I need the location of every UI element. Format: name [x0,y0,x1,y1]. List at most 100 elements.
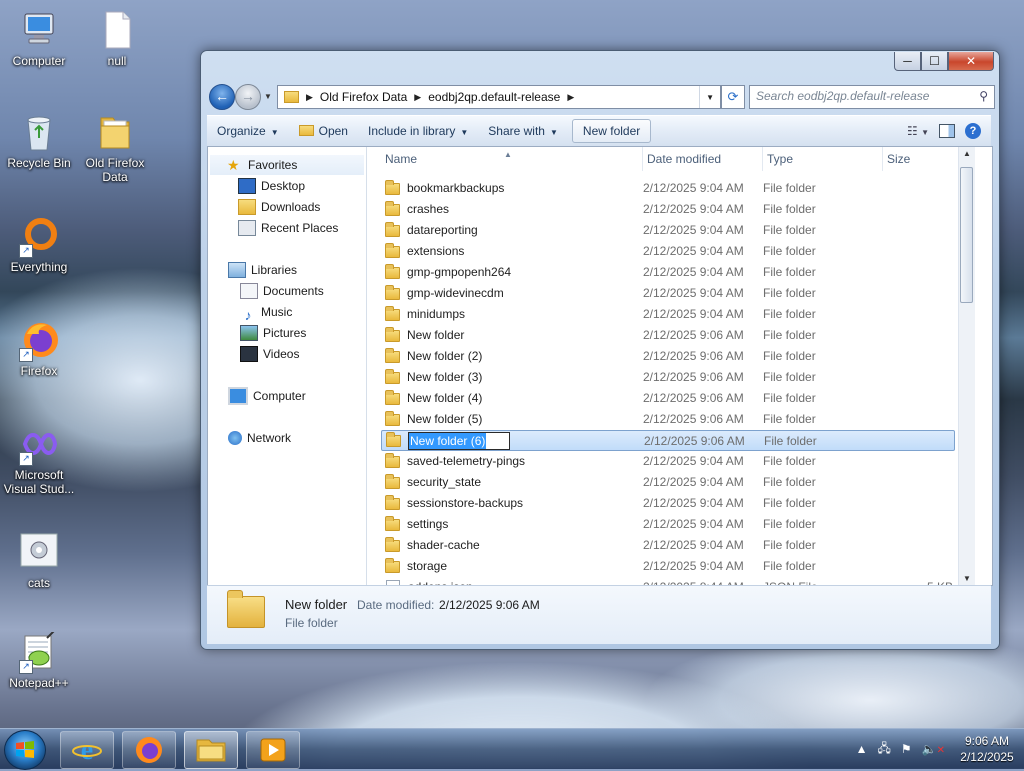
file-row[interactable]: shader-cache 2/12/2025 9:04 AM File folder [381,535,955,556]
svg-text:e: e [81,735,93,766]
address-bar[interactable]: ▶ Old Firefox Data ▶ eodbj2qp.default-re… [277,85,721,109]
file-size [883,304,953,325]
file-row[interactable]: security_state 2/12/2025 9:04 AM File fold… [381,472,955,493]
breadcrumb-separator-icon[interactable]: ▶ [303,92,316,103]
file-row[interactable]: sessionstore-backups 2/12/2025 9:04 AM Fil… [381,493,955,514]
folder-icon [385,410,400,426]
file-row[interactable]: crashes 2/12/2025 9:04 AM File folder [381,199,955,220]
file-date: 2/12/2025 9:04 AM [643,538,744,552]
taskbar-internet-explorer[interactable]: e [60,731,114,769]
column-header-type[interactable]: Type [763,147,883,171]
desktop-icon-old-firefox-data[interactable]: Old Firefox Data [77,112,153,184]
back-button[interactable]: ← [209,84,235,110]
desktop-icon-cats[interactable]: cats [1,532,77,590]
address-dropdown-button[interactable]: ▼ [699,86,720,108]
nav-libraries[interactable]: Libraries [228,260,297,280]
file-row[interactable]: gmp-gmpopenh264 2/12/2025 9:04 AM File fol… [381,262,955,283]
notepad-plus-plus-icon: ↗ [19,629,59,674]
file-row[interactable]: storage 2/12/2025 9:04 AM File folder [381,556,955,577]
nav-recent-places[interactable]: Recent Places [238,218,338,238]
close-button[interactable]: ✕ [948,52,994,71]
breadcrumb-separator-icon[interactable]: ▶ [564,92,577,103]
refresh-button[interactable]: ⟳ [721,85,745,109]
volume-muted-icon[interactable]: 🔈✕ [922,742,945,756]
include-in-library-button[interactable]: Include in library ▼ [358,119,478,143]
search-icon[interactable]: ⚲ [979,89,988,103]
scroll-up-icon[interactable]: ▲ [959,149,975,158]
desktop-icon-recycle-bin[interactable]: Recycle Bin [1,112,77,170]
taskbar-media-app[interactable] [246,731,300,769]
breadcrumb-separator-icon[interactable]: ▶ [411,92,424,103]
settings-file-icon [19,532,59,572]
minimize-button[interactable]: ─ [894,52,921,71]
desktop-icon-label: cats [27,576,50,590]
file-row[interactable]: gmp-widevinecdm 2/12/2025 9:04 AM File fol… [381,283,955,304]
file-row[interactable]: datareporting 2/12/2025 9:04 AM File folde… [381,220,955,241]
file-row[interactable]: bookmarkbackups 2/12/2025 9:04 AM File fol… [381,178,955,199]
file-row[interactable]: minidumps 2/12/2025 9:04 AM File folder [381,304,955,325]
scroll-thumb[interactable] [960,167,973,303]
taskbar-firefox[interactable] [122,731,176,769]
desktop-icon-computer[interactable]: Computer [1,10,77,68]
taskbar-windows-explorer[interactable] [184,731,238,769]
maximize-button[interactable]: ☐ [921,52,948,71]
organize-button[interactable]: Organize ▼ [207,119,289,143]
nav-downloads[interactable]: Downloads [238,197,320,217]
file-row[interactable]: New folder (6) 2/12/2025 9:06 AM File fold… [381,430,955,451]
nav-favorites[interactable]: ★ Favorites [210,155,364,175]
desktop-icon-null[interactable]: null [79,10,155,68]
nav-computer[interactable]: Computer [228,386,306,406]
show-hidden-icons-icon[interactable]: ▲ [856,742,868,756]
forward-button[interactable]: → [235,84,261,110]
help-icon[interactable]: ? [965,123,981,139]
file-row[interactable]: New folder 2/12/2025 9:06 AM File folder [381,325,955,346]
file-row[interactable]: addons.json 2/12/2025 8:44 AMJSON File5 K… [381,577,955,585]
rename-input[interactable]: New folder (6) [408,431,510,450]
view-controls: ☷ ▼ ? [907,123,991,139]
breadcrumb-old-firefox-data[interactable]: Old Firefox Data [316,90,411,104]
action-center-flag-icon[interactable]: ⚑ [901,742,912,756]
file-row[interactable]: New folder (5) 2/12/2025 9:06 AM File fold… [381,409,955,430]
desktop-icon-notepad-plus-plus[interactable]: ↗ Notepad++ [1,629,77,690]
network-tray-icon[interactable]: 🖧 [878,739,891,760]
search-input[interactable] [750,86,966,106]
column-header-size[interactable]: Size [883,147,959,171]
new-folder-button[interactable]: New folder [571,119,652,143]
details-date-value: 2/12/2025 9:06 AM [439,598,540,612]
nav-desktop[interactable]: Desktop [238,176,305,196]
file-row[interactable]: extensions 2/12/2025 9:04 AM File folder [381,241,955,262]
file-row[interactable]: settings 2/12/2025 9:04 AM File folder [381,514,955,535]
nav-documents[interactable]: Documents [240,281,324,301]
start-button[interactable] [4,730,46,770]
nav-videos[interactable]: Videos [240,344,299,364]
window-controls: ─ ☐ ✕ [894,52,994,71]
column-header-name[interactable]: ▲ Name [367,147,643,171]
scroll-down-icon[interactable]: ▼ [959,574,975,583]
nav-network[interactable]: Network [228,428,291,448]
file-row[interactable]: saved-telemetry-pings 2/12/2025 9:04 AM Fi… [381,451,955,472]
file-name-cell: addons.json [381,577,643,585]
file-row[interactable]: New folder (2) 2/12/2025 9:06 AM File fold… [381,346,955,367]
file-row[interactable]: New folder (4) 2/12/2025 9:06 AM File fold… [381,388,955,409]
nav-music[interactable]: ♪ Music [240,302,293,323]
desktop-icon-visual-studio[interactable]: ↗ Microsoft Visual Stud... [1,424,77,496]
arrow-left-icon: ← [215,88,229,104]
recent-pages-dropdown[interactable]: ▼ [264,92,272,101]
share-with-button[interactable]: Share with ▼ [478,119,568,143]
open-button[interactable]: Open [289,119,358,143]
videos-icon [240,346,258,362]
clock[interactable]: 9:06 AM 2/12/2025 [950,733,1024,765]
desktop-icon-everything[interactable]: ↗ Everything [1,216,77,274]
breadcrumb-profile-folder[interactable]: eodbj2qp.default-release [424,90,564,104]
file-row[interactable]: New folder (3) 2/12/2025 9:06 AM File fold… [381,367,955,388]
nav-pictures[interactable]: Pictures [240,323,306,343]
vertical-scrollbar[interactable]: ▲ ▼ [958,147,975,585]
file-name: New folder [407,328,465,342]
file-type: File folder [763,244,816,258]
change-view-icon[interactable]: ☷ ▼ [907,124,929,138]
preview-pane-icon[interactable] [939,124,955,138]
search-box[interactable]: ⚲ [749,85,995,109]
desktop-icon-firefox[interactable]: ↗ Firefox [1,320,77,378]
file-date: 2/12/2025 9:04 AM [643,454,744,468]
column-header-date[interactable]: Date modified [643,147,763,171]
